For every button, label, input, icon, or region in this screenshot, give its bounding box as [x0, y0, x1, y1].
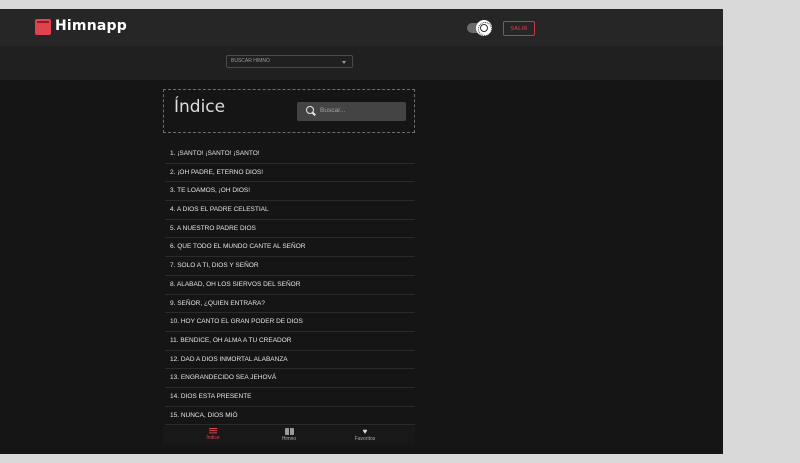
- list-item[interactable]: 4. A DIOS EL PADRE CELESTIAL: [165, 201, 415, 220]
- search-icon: [306, 106, 314, 114]
- list-item[interactable]: 7. SOLO A TI, DIOS Y SEÑOR: [165, 257, 415, 276]
- chevron-down-icon: [342, 61, 346, 64]
- list-item[interactable]: 8. ALABAD, OH LOS SIERVOS DEL SEÑOR: [165, 276, 415, 295]
- hymn-search-select[interactable]: BUSCAR HIMNO: [226, 55, 353, 68]
- list-item[interactable]: 12. DAD A DIOS INMORTAL ALABANZA: [165, 351, 415, 370]
- toggle-knob: [476, 20, 492, 36]
- nav-hymn-label: Himno: [281, 436, 297, 442]
- nav-hymn[interactable]: Himno: [259, 428, 319, 442]
- sun-icon: [478, 22, 492, 36]
- list-item[interactable]: 5. A NUESTRO PADRE DIOS: [165, 220, 415, 239]
- app-brand: Himnapp: [55, 18, 127, 34]
- search-bar: [0, 46, 723, 80]
- bottom-nav: Índice Himno ♥ Favoritos: [163, 426, 415, 445]
- list-icon: [209, 428, 217, 434]
- list-item[interactable]: 3. TE LOAMOS, ¡OH DIOS!: [165, 182, 415, 202]
- list-item[interactable]: 6. QUE TODO EL MUNDO CANTE AL SEÑOR: [165, 238, 415, 258]
- theme-toggle[interactable]: [467, 20, 492, 36]
- book-icon: [284, 428, 294, 435]
- list-item[interactable]: 1. ¡SANTO! ¡SANTO! ¡SANTO!: [165, 145, 415, 164]
- nav-favorites-label: Favoritos: [354, 436, 376, 442]
- list-item[interactable]: 9. SEÑOR, ¿QUIEN ENTRARA?: [165, 295, 415, 314]
- list-item[interactable]: 2. ¡OH PADRE, ETERNO DIOS!: [165, 164, 415, 183]
- list-item[interactable]: 11. BENDICE, OH ALMA A TU CREADOR: [165, 332, 415, 351]
- nav-index-label: Índice: [206, 435, 220, 441]
- list-item[interactable]: 13. ENGRANDECIDO SEA JEHOVÁ: [165, 369, 415, 388]
- search-input[interactable]: Buscar...: [297, 102, 406, 121]
- select-value: BUSCAR HIMNO: [231, 58, 270, 64]
- nav-favorites[interactable]: ♥ Favoritos: [335, 427, 395, 443]
- search-placeholder: Buscar...: [320, 107, 346, 114]
- hymn-list: 1. ¡SANTO! ¡SANTO! ¡SANTO! 2. ¡OH PADRE,…: [165, 145, 415, 426]
- nav-index[interactable]: Índice: [183, 428, 243, 441]
- index-header-panel: Índice Buscar...: [163, 89, 415, 133]
- page-title: Índice: [174, 97, 226, 117]
- list-item[interactable]: 10. HOY CANTO EL GRAN PODER DE DIOS: [165, 313, 415, 332]
- list-item[interactable]: 14. DIOS ESTA PRESENTE: [165, 388, 415, 407]
- list-item[interactable]: 15. NUNCA, DIOS MIÓ: [165, 407, 415, 426]
- logout-button[interactable]: SALIR: [503, 21, 535, 36]
- hymnal-logo-icon: [35, 19, 51, 35]
- top-bar: Himnapp SALIR: [0, 9, 723, 47]
- heart-icon: ♥: [362, 427, 368, 436]
